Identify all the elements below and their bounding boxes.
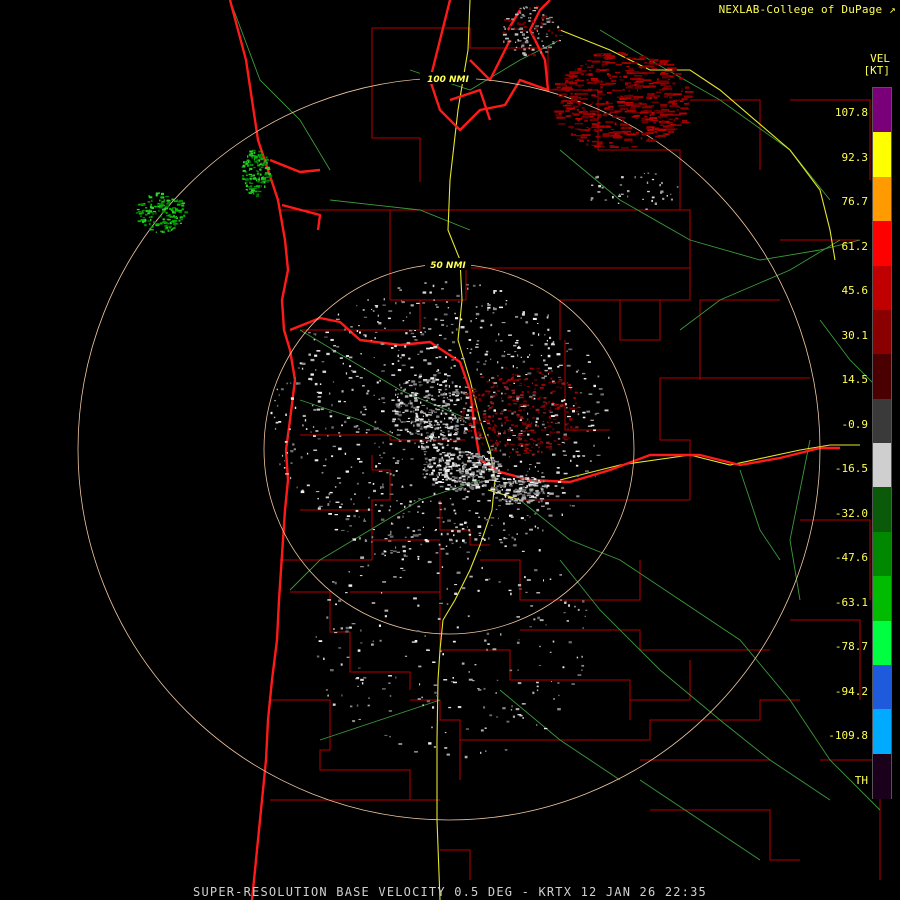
scale-color-0 (873, 88, 891, 133)
velocity-color-scale (872, 87, 892, 799)
highways (229, 0, 881, 861)
scale-tick-label: 107.8 (834, 106, 868, 119)
scale-tick-label: -0.9 (841, 417, 869, 431)
scale-color-9 (873, 487, 891, 533)
scale-color-5 (873, 309, 891, 355)
scale-tick-label: 92.3 (841, 150, 869, 164)
scale-color-1 (873, 132, 891, 178)
county-boundaries (270, 27, 881, 880)
scale-color-2 (873, 176, 891, 222)
scale-color-8 (873, 443, 891, 488)
scale-color-10 (873, 531, 891, 577)
range-ring-label-100: 100 NMI (427, 75, 469, 85)
scale-tick-label: -78.7 (834, 640, 868, 653)
scale-color-7 (873, 398, 891, 444)
units-label: [KT] (863, 64, 891, 77)
scale-color-14 (873, 709, 891, 755)
product-footer: SUPER-RESOLUTION BASE VELOCITY 0.5 DEG -… (193, 885, 707, 899)
scale-tick-label: -16.5 (834, 462, 868, 475)
scale-tick-label: -109.8 (828, 729, 868, 742)
scale-color-3 (873, 221, 891, 266)
scale-tick-label: 61.2 (841, 239, 869, 253)
scale-tick-label: -94.2 (834, 684, 868, 698)
scale-tick-label: 45.6 (841, 284, 869, 297)
scale-tick-label: 76.7 (841, 195, 869, 208)
radar-map: 50 NMI 100 NMI (77, 0, 881, 900)
range-rings (77, 77, 821, 821)
coastline-and-rivers (228, 0, 840, 900)
scale-color-4 (873, 265, 891, 311)
scale-color-6 (873, 354, 891, 400)
scale-color-11 (873, 576, 891, 621)
range-ring-label-50: 50 NMI (430, 261, 466, 271)
scale-tick-label: -32.0 (834, 506, 868, 520)
scale-tick-label: TH (854, 773, 868, 787)
scale-color-13 (873, 664, 891, 710)
scale-tick-label: -47.6 (834, 551, 868, 564)
range-ring-100-nmi (77, 77, 821, 821)
scale-color-12 (873, 620, 891, 666)
scale-color-15 (873, 753, 891, 799)
scale-tick-label: -63.1 (834, 595, 868, 609)
nexlab-credit[interactable]: NEXLAB-College of DuPage ↗ (719, 3, 896, 16)
scale-tick-label: 30.1 (841, 328, 869, 342)
scale-tick-label: 14.5 (841, 373, 869, 386)
range-ring-50-nmi (263, 263, 635, 635)
velocity-echoes (135, 5, 694, 759)
